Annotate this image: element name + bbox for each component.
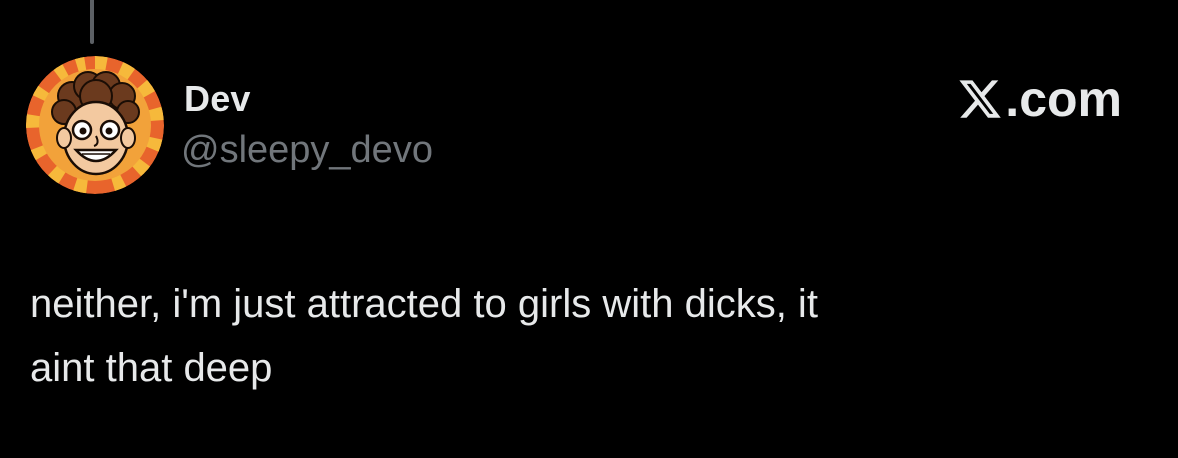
author-handle[interactable]: @sleepy_devo bbox=[181, 129, 433, 172]
thread-connector-line bbox=[90, 0, 94, 44]
x-logo-icon bbox=[957, 76, 1003, 122]
brand-domain-label: .com bbox=[1005, 71, 1122, 127]
avatar-illustration bbox=[26, 56, 164, 194]
tweet-text: neither, i'm just attracted to girls wit… bbox=[30, 272, 1130, 400]
author-name[interactable]: Dev bbox=[184, 78, 251, 120]
tweet-text-line: neither, i'm just attracted to girls wit… bbox=[30, 282, 818, 326]
x-com-watermark: .com bbox=[957, 70, 1122, 128]
avatar[interactable] bbox=[26, 56, 164, 194]
tweet-text-line: aint that deep bbox=[30, 346, 273, 390]
